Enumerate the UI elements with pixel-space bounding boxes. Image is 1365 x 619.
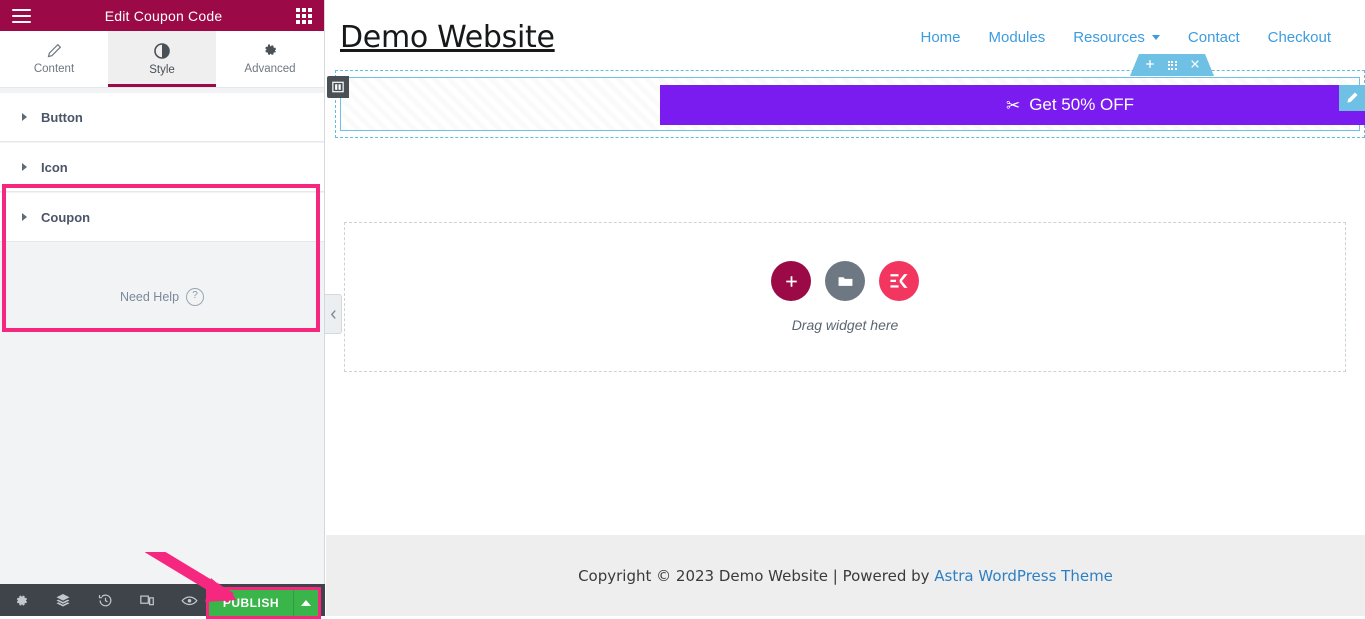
widget-dropzone[interactable]: Drag widget here bbox=[344, 222, 1346, 372]
need-help-label: Need Help bbox=[119, 290, 180, 304]
panel-title: Edit Coupon Code bbox=[104, 7, 223, 24]
style-sections: Button Icon Coupon bbox=[0, 88, 324, 332]
nav-contact-label: Contact bbox=[1187, 28, 1240, 46]
dropzone-label: Drag widget here bbox=[791, 317, 899, 333]
chevron-right-icon bbox=[22, 213, 27, 221]
navigator-layers-icon[interactable] bbox=[42, 584, 84, 616]
widgets-grid-icon[interactable] bbox=[296, 7, 312, 24]
main-navigation: Home Modules Resources Contact Checkout bbox=[921, 29, 1356, 46]
dropzone-actions bbox=[771, 261, 919, 301]
site-footer: Copyright © 2023 Demo Website | Powered … bbox=[326, 535, 1365, 616]
panel-footer-bar: PUBLISH bbox=[0, 584, 325, 619]
folder-template-icon[interactable] bbox=[825, 261, 865, 301]
contrast-half-circle-icon bbox=[154, 42, 170, 59]
column-layout-icon bbox=[332, 81, 344, 93]
pencil-icon bbox=[47, 43, 62, 58]
publish-control-highlighted: PUBLISH bbox=[205, 587, 321, 619]
footer-copyright-text: Copyright © 2023 Demo Website | Powered … bbox=[578, 566, 935, 585]
coupon-code-widget[interactable]: ✂ Get 50% OFF bbox=[660, 85, 1365, 125]
panel-tabs: Content Style Advanced bbox=[0, 31, 324, 88]
tab-advanced[interactable]: Advanced bbox=[216, 31, 324, 87]
tab-content[interactable]: Content bbox=[0, 31, 108, 87]
plus-circle-icon[interactable] bbox=[771, 261, 811, 301]
drag-dots-icon[interactable] bbox=[1167, 60, 1177, 70]
publish-button[interactable]: PUBLISH bbox=[208, 590, 293, 616]
tab-style[interactable]: Style bbox=[108, 31, 216, 87]
nav-item-resources[interactable]: Resources bbox=[1073, 29, 1160, 46]
section-coupon[interactable]: Coupon bbox=[0, 193, 324, 242]
nav-item-contact[interactable]: Contact bbox=[1188, 29, 1240, 46]
nav-checkout-label: Checkout bbox=[1267, 28, 1331, 46]
chevron-down-icon bbox=[1151, 34, 1160, 40]
panel-collapse-button[interactable] bbox=[325, 294, 342, 334]
history-clock-icon[interactable] bbox=[84, 584, 126, 616]
section-button-label: Button bbox=[41, 109, 83, 125]
nav-home-label: Home bbox=[920, 28, 961, 46]
column-handle[interactable] bbox=[327, 76, 349, 98]
nav-resources-label: Resources bbox=[1073, 28, 1145, 46]
section-icon-label: Icon bbox=[41, 159, 68, 175]
coupon-text: Get 50% OFF bbox=[1029, 95, 1135, 114]
panel-header: Edit Coupon Code bbox=[0, 0, 324, 31]
site-title[interactable]: Demo Website bbox=[340, 20, 555, 55]
publish-options-button[interactable] bbox=[293, 590, 318, 616]
close-x-icon[interactable] bbox=[1190, 56, 1200, 74]
chevron-right-icon bbox=[22, 113, 27, 121]
tab-style-label: Style bbox=[149, 63, 175, 76]
nav-modules-label: Modules bbox=[988, 28, 1046, 46]
nav-item-checkout[interactable]: Checkout bbox=[1268, 29, 1331, 46]
responsive-mode-icon[interactable] bbox=[126, 584, 168, 616]
section-button[interactable]: Button bbox=[0, 93, 324, 142]
tab-content-label: Content bbox=[33, 63, 75, 75]
nav-item-home[interactable]: Home bbox=[921, 29, 961, 46]
elementskit-logo-icon[interactable] bbox=[879, 261, 919, 301]
editor-panel: Edit Coupon Code Content Style Advanced … bbox=[0, 0, 325, 619]
section-icon[interactable]: Icon bbox=[0, 143, 324, 192]
page-canvas: Demo Website Home Modules Resources Cont… bbox=[326, 0, 1365, 616]
caret-up-icon bbox=[301, 600, 311, 606]
plus-icon[interactable] bbox=[1145, 56, 1155, 74]
need-help-link[interactable]: Need Help ? bbox=[0, 288, 324, 306]
preview-eye-icon[interactable] bbox=[168, 584, 210, 616]
element-toolbar bbox=[1130, 54, 1214, 76]
elementor-editor: Edit Coupon Code Content Style Advanced … bbox=[0, 0, 1365, 619]
question-mark-icon: ? bbox=[186, 288, 205, 306]
footer-theme-link[interactable]: Astra WordPress Theme bbox=[934, 567, 1113, 585]
chevron-right-icon bbox=[22, 163, 27, 171]
hamburger-icon[interactable] bbox=[12, 8, 31, 23]
scissors-icon: ✂ bbox=[1005, 95, 1021, 115]
edit-pencil-icon[interactable] bbox=[1339, 85, 1365, 111]
section-coupon-label: Coupon bbox=[41, 209, 91, 225]
gear-icon bbox=[263, 43, 278, 58]
nav-item-modules[interactable]: Modules bbox=[989, 29, 1046, 46]
tab-advanced-label: Advanced bbox=[244, 63, 296, 75]
settings-gear-icon[interactable] bbox=[0, 584, 42, 616]
